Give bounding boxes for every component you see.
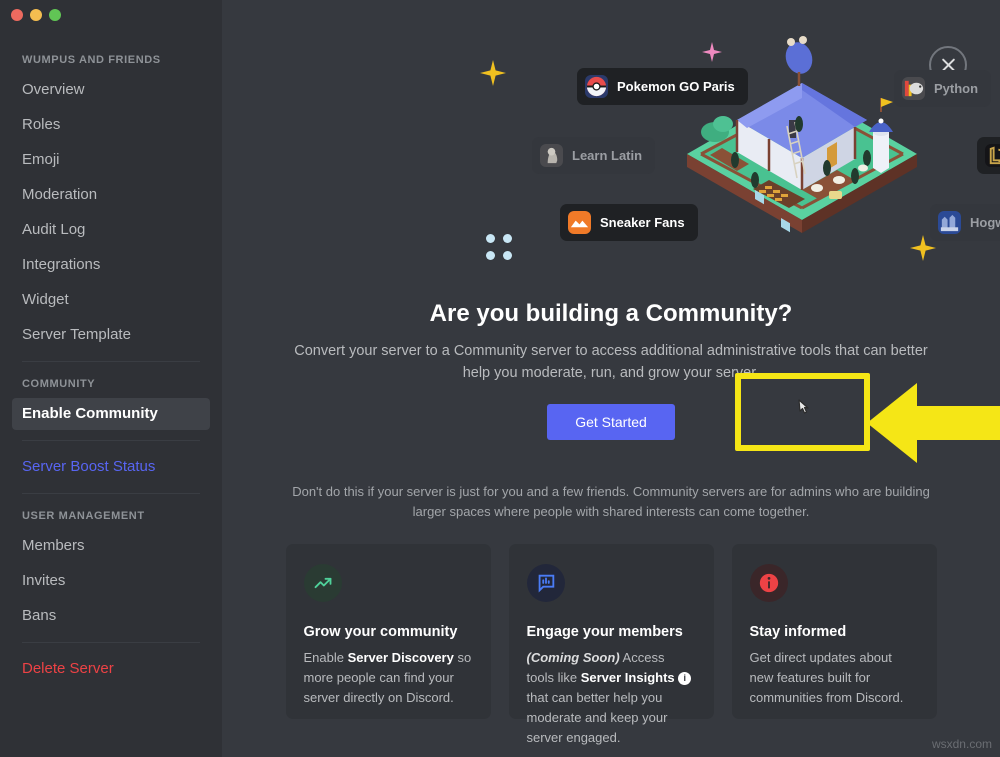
sidebar-item-emoji[interactable]: Emoji bbox=[12, 144, 210, 176]
sidebar-nav: WUMPUS AND FRIENDS Overview Roles Emoji … bbox=[0, 30, 222, 685]
page-title: Are you building a Community? bbox=[429, 300, 793, 327]
server-tag-label: Pokemon GO Paris bbox=[617, 79, 735, 94]
statue-bust-icon bbox=[540, 144, 563, 167]
feature-card-body: (Coming Soon) Access tools like Server I… bbox=[527, 648, 696, 748]
server-tag-sneaker-fans[interactable]: Sneaker Fans bbox=[560, 204, 698, 241]
window-titlebar bbox=[0, 0, 222, 30]
server-tag-learn-latin[interactable]: Learn Latin bbox=[532, 137, 656, 174]
server-tag-python[interactable]: Python bbox=[894, 70, 992, 107]
server-tag-label: Sneaker Fans bbox=[600, 215, 685, 230]
info-icon bbox=[759, 573, 778, 593]
sidebar-item-server-template[interactable]: Server Template bbox=[12, 319, 210, 351]
feature-card-body: Get direct updates about new features bu… bbox=[749, 650, 904, 705]
sidebar-item-server-boost-status[interactable]: Server Boost Status bbox=[12, 451, 210, 483]
zoom-window-button[interactable] bbox=[49, 9, 61, 21]
sidebar-section-header-server: WUMPUS AND FRIENDS bbox=[22, 54, 161, 66]
pokeball-icon bbox=[585, 75, 608, 98]
feature-card-engage-your-members: Engage your members (Coming Soon) Access… bbox=[508, 544, 714, 745]
python-icon bbox=[902, 77, 925, 100]
server-tag-pokemon-go-paris[interactable]: Pokemon GO Paris bbox=[577, 68, 748, 105]
enable-community-panel: ESC bbox=[222, 0, 1000, 757]
watermark: wsxdn.com bbox=[931, 737, 992, 751]
league-of-legends-icon bbox=[985, 144, 1000, 167]
server-tag-label: Hogwarts School bbox=[970, 215, 1000, 230]
sidebar-item-enable-community[interactable]: Enable Community bbox=[12, 398, 210, 430]
sidebar-divider bbox=[22, 493, 200, 494]
sidebar-item-overview[interactable]: Overview bbox=[12, 74, 210, 106]
feature-card-title: Stay informed bbox=[749, 624, 847, 640]
cta-row: Get Started bbox=[222, 404, 1000, 440]
sidebar-divider bbox=[22, 642, 200, 643]
feature-card-title: Grow your community bbox=[303, 624, 458, 640]
sidebar-divider bbox=[22, 440, 200, 441]
hero-illustration-area: Pokemon GO Paris Learn Latin Python r/le… bbox=[222, 0, 1000, 278]
trending-up-icon bbox=[314, 577, 331, 589]
insights-chat-icon bbox=[538, 574, 554, 593]
get-started-button[interactable]: Get Started bbox=[547, 404, 675, 440]
feature-cards: Grow your community Enable Server Discov… bbox=[222, 544, 1000, 745]
sidebar-item-roles[interactable]: Roles bbox=[12, 109, 210, 141]
sidebar-item-integrations[interactable]: Integrations bbox=[12, 249, 210, 281]
feature-card-stay-informed: Stay informed Get direct updates about n… bbox=[731, 544, 937, 719]
server-tag-label: Learn Latin bbox=[572, 148, 643, 163]
sidebar-item-widget[interactable]: Widget bbox=[12, 284, 210, 316]
info-icon-wrap bbox=[749, 564, 788, 602]
insights-chat-icon-wrap bbox=[526, 564, 565, 602]
sidebar-item-bans[interactable]: Bans bbox=[12, 600, 210, 632]
sneaker-cloud-icon bbox=[568, 211, 591, 234]
hogwarts-crest-icon bbox=[938, 211, 961, 234]
sidebar-section-header-user-management: USER MANAGEMENT bbox=[22, 510, 145, 522]
page-subtitle: Convert your server to a Community serve… bbox=[294, 343, 928, 381]
discord-server-settings-window: WUMPUS AND FRIENDS Overview Roles Emoji … bbox=[0, 0, 1000, 757]
server-tag-hogwarts-school[interactable]: Hogwarts School bbox=[930, 204, 1000, 241]
sidebar-section-header-community: COMMUNITY bbox=[22, 378, 96, 390]
feature-card-title: Engage your members bbox=[526, 624, 683, 640]
sidebar-item-members[interactable]: Members bbox=[12, 530, 210, 562]
info-badge-icon[interactable]: i bbox=[678, 672, 692, 686]
sidebar-item-delete-server[interactable]: Delete Server bbox=[12, 653, 210, 685]
minimize-window-button[interactable] bbox=[30, 9, 42, 21]
dots-cluster-icon bbox=[486, 234, 512, 260]
server-tag-label: Python bbox=[934, 81, 979, 96]
trending-up-icon-wrap bbox=[303, 564, 342, 602]
sparkle-icon bbox=[480, 60, 506, 86]
close-window-button[interactable] bbox=[11, 9, 23, 21]
sidebar-divider bbox=[22, 361, 200, 362]
settings-sidebar: WUMPUS AND FRIENDS Overview Roles Emoji … bbox=[0, 0, 222, 757]
server-tag-leagueoflegends[interactable]: r/leagueoflegends bbox=[977, 137, 1000, 174]
feature-card-grow-your-community: Grow your community Enable Server Discov… bbox=[285, 544, 491, 719]
sidebar-item-moderation[interactable]: Moderation bbox=[12, 179, 210, 211]
disclaimer-text: Don't do this if your server is just for… bbox=[292, 484, 930, 519]
sidebar-item-audit-log[interactable]: Audit Log bbox=[12, 214, 210, 246]
feature-card-body: Enable Server Discovery so more people c… bbox=[303, 650, 472, 705]
isometric-village-illustration bbox=[687, 36, 917, 233]
sidebar-item-invites[interactable]: Invites bbox=[12, 565, 210, 597]
